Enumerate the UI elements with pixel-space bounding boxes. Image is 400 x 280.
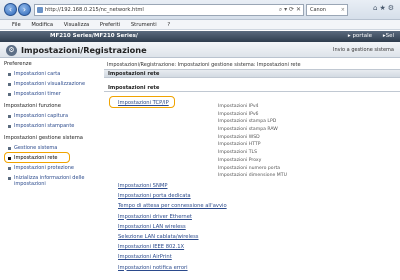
sidebar-item-security[interactable]: Impostazioni protezione	[0, 163, 100, 173]
app-header: MF210 Series/MF210 Series/ ▸ portale ▸Se…	[0, 31, 400, 42]
sidebar-item-label: Gestione sistema	[14, 145, 58, 151]
sidebar-item-label: Impostazioni stampante	[14, 123, 75, 129]
portal-label: portale	[352, 33, 372, 39]
menu-bar: File Modifica Visualizza Preferiti Strum…	[0, 20, 400, 30]
subsection-title: Impostazioni rete	[104, 84, 400, 92]
browser-tab[interactable]: Canon ×	[306, 4, 348, 16]
list-item: Impostazioni TLS	[218, 150, 257, 156]
list-item: Impostazioni stampa RAW	[218, 127, 278, 133]
bullet-icon	[8, 92, 11, 96]
list-item: Impostazioni dimensione MTU	[218, 173, 287, 179]
highlight-selected-network	[4, 152, 70, 163]
back-icon[interactable]: ‹	[4, 3, 17, 16]
menu-help[interactable]: ?	[167, 22, 170, 28]
sidebar-item-timer[interactable]: Impostazioni timer	[0, 89, 100, 99]
sidebar-item-initialize[interactable]: Inizializza informazioni delle impostazi…	[0, 173, 100, 189]
list-item: Impostazioni HTTP	[218, 142, 261, 148]
select-link[interactable]: ▸Sel	[383, 31, 394, 42]
bullet-icon	[8, 166, 11, 170]
send-to-admin-link[interactable]: Invio a gestione sistema	[333, 42, 394, 58]
bullet-icon	[8, 146, 11, 150]
sidebar-item-display[interactable]: Impostazioni visualizzazione	[0, 79, 100, 89]
sidebar-item-label: Impostazioni timer	[14, 91, 61, 97]
settings-gear-icon: ⚙	[6, 45, 17, 56]
sidebar-group-title: Impostazioni funzione	[4, 103, 61, 109]
browser-titlebar: ‹ › http://192.168.0.215/nc_network.html…	[0, 0, 400, 20]
airprint-link[interactable]: Impostazioni AirPrint	[118, 252, 227, 262]
menu-modifica[interactable]: Modifica	[31, 22, 53, 28]
bullet-icon	[8, 114, 11, 118]
section-title: Impostazioni rete	[104, 69, 400, 78]
breadcrumb: Impostazioni/Registrazione: Impostazioni…	[107, 62, 301, 68]
wireless-lan-link[interactable]: Impostazioni LAN wireless	[118, 222, 227, 232]
select-label: Sel	[385, 33, 394, 39]
sidebar: Preferenze Impostazioni carta Impostazio…	[0, 59, 100, 280]
bullet-icon	[8, 72, 11, 76]
ieee8021x-link[interactable]: Impostazioni IEEE 802.1X	[118, 242, 227, 252]
list-item: Impostazioni stampa LPD	[218, 119, 277, 125]
list-item: Impostazioni IPv6	[218, 111, 259, 117]
bullet-icon	[8, 82, 11, 86]
menu-strumenti[interactable]: Strumenti	[131, 22, 157, 28]
sidebar-item-printer[interactable]: Impostazioni stampante	[0, 121, 100, 131]
sidebar-group-title: Preferenze	[4, 61, 32, 67]
menu-visualizza[interactable]: Visualizza	[64, 22, 90, 28]
sidebar-item-label: Impostazioni protezione	[14, 165, 74, 171]
page-header: ⚙ Impostazioni/Registrazione Invio a ges…	[0, 42, 400, 58]
menu-file[interactable]: File	[12, 22, 21, 28]
close-tab-icon[interactable]: ×	[341, 5, 345, 15]
menu-preferiti[interactable]: Preferiti	[100, 22, 120, 28]
sidebar-group-title: Impostazioni gestione sistema	[4, 135, 83, 141]
model-name: MF210 Series/MF210 Series/	[50, 33, 138, 39]
main-content: Impostazioni/Registrazione: Impostazioni…	[104, 59, 400, 280]
list-item: Impostazioni numero porta	[218, 165, 281, 171]
list-item: Impostazioni Proxy	[218, 157, 262, 163]
dedicated-port-link[interactable]: Impostazioni porta dedicata	[118, 191, 227, 201]
address-tools-icon[interactable]: ⌕ ▾ ⟳ ✕	[279, 5, 301, 15]
sidebar-item-label: Impostazioni visualizzazione	[14, 81, 86, 87]
sidebar-item-label: Impostazioni capitura	[14, 113, 69, 119]
startup-wait-link[interactable]: Tempo di attesa per connessione all'avvi…	[118, 201, 227, 211]
bullet-icon	[8, 176, 11, 180]
portal-link[interactable]: ▸ portale	[348, 31, 372, 42]
tcpip-settings-link[interactable]: Impostazioni TCP/IP	[118, 100, 169, 106]
forward-icon[interactable]: ›	[18, 3, 31, 16]
url-text: http://192.168.0.215/nc_network.html	[45, 7, 144, 13]
tcpip-subitems: Impostazioni IPv4 Impostazioni IPv6 Impo…	[218, 103, 287, 180]
snmp-settings-link[interactable]: Impostazioni SNMP	[118, 181, 227, 191]
sidebar-item-paper[interactable]: Impostazioni carta	[0, 69, 100, 79]
sidebar-item-capture[interactable]: Impostazioni capitura	[0, 111, 100, 121]
list-item: Impostazioni IPv4	[218, 104, 259, 109]
network-links: Impostazioni SNMP Impostazioni porta ded…	[118, 181, 227, 273]
page-icon	[37, 7, 43, 13]
page-title: Impostazioni/Registrazione	[21, 45, 147, 55]
sidebar-item-label: Inizializza informazioni delle impostazi…	[14, 175, 85, 187]
error-notify-link[interactable]: Impostazioni notifica errori	[118, 263, 227, 273]
ethernet-driver-link[interactable]: Impostazioni driver Ethernet	[118, 212, 227, 222]
window-icons[interactable]: ⌂★⚙	[373, 4, 396, 12]
lan-select-link[interactable]: Selezione LAN cablata/wireless	[118, 232, 227, 242]
tab-title: Canon	[310, 7, 326, 13]
address-bar[interactable]: http://192.168.0.215/nc_network.html ⌕ ▾…	[34, 4, 304, 16]
list-item: Impostazioni WSD	[218, 134, 260, 140]
bullet-icon	[8, 124, 11, 128]
sidebar-item-label: Impostazioni carta	[14, 71, 61, 77]
